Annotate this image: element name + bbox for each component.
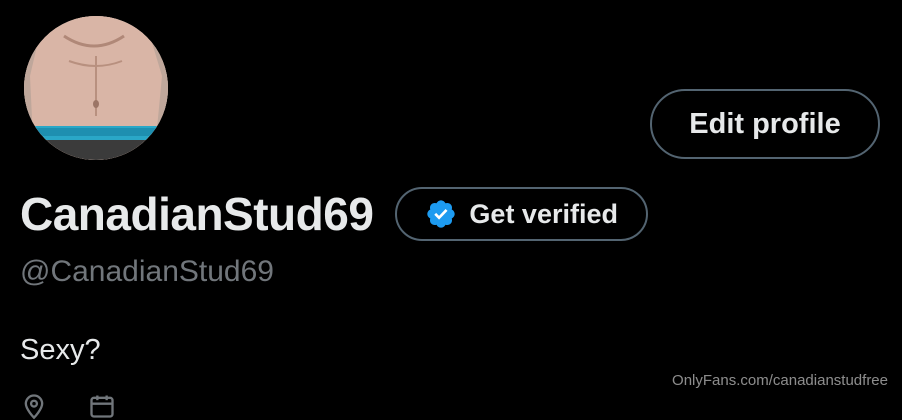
get-verified-button[interactable]: Get verified xyxy=(395,187,648,241)
handle: @CanadianStud69 xyxy=(20,255,274,288)
verified-badge-icon xyxy=(427,200,456,228)
edit-profile-button[interactable]: Edit profile xyxy=(650,89,880,159)
calendar-icon xyxy=(90,395,114,418)
avatar-photo xyxy=(24,16,168,160)
get-verified-label: Get verified xyxy=(469,198,618,229)
bio: Sexy? xyxy=(20,334,101,366)
avatar[interactable] xyxy=(22,14,170,162)
watermark: OnlyFans.com/canadianstudfree xyxy=(672,372,888,389)
profile-meta-row xyxy=(20,392,156,420)
name-row: CanadianStud69 Get verified xyxy=(20,186,648,242)
display-name: CanadianStud69 xyxy=(20,188,374,240)
location-icon xyxy=(24,394,44,420)
